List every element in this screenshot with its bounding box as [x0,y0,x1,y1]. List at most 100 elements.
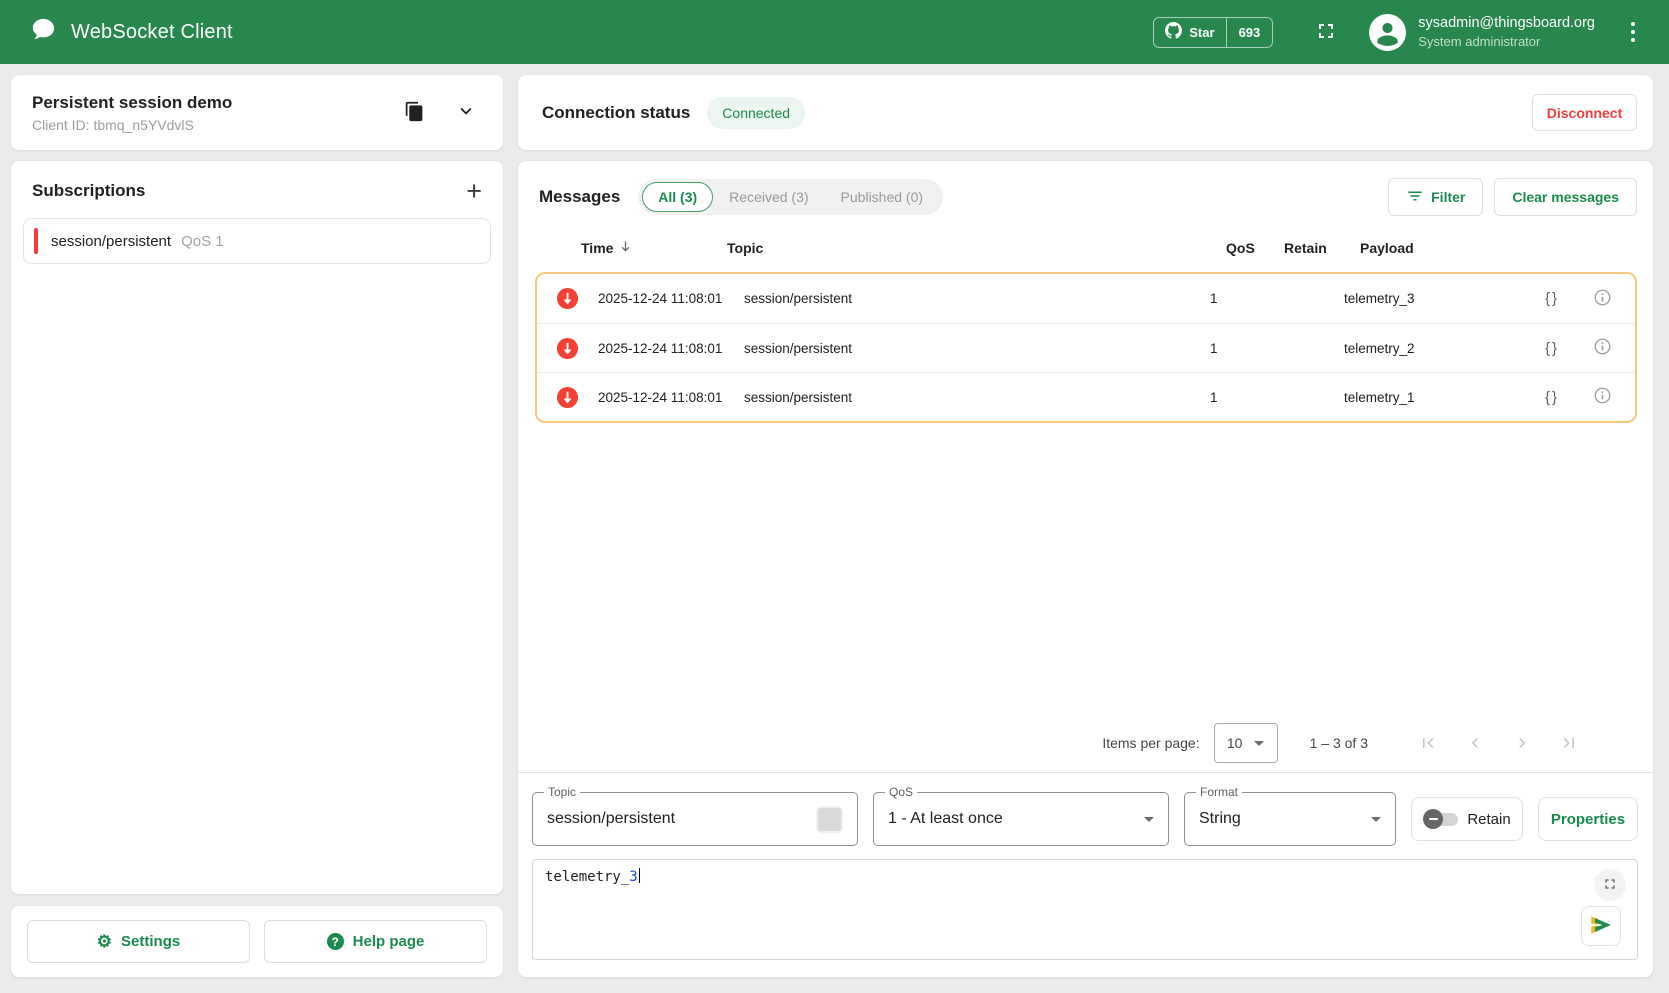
properties-button[interactable]: Properties [1538,797,1638,841]
user-role: System administrator [1418,33,1595,50]
user-info: sysadmin@thingsboard.org System administ… [1418,14,1595,50]
payload-text: telemetry_ [545,869,629,885]
tab-all[interactable]: All (3) [642,182,713,212]
payload-editor[interactable]: telemetry_3 [532,859,1638,960]
cell-payload: telemetry_1 [1344,390,1545,405]
qos-select[interactable]: QoS 1 - At least once [873,792,1169,846]
cell-time: 2025-12-24 11:08:01 [598,390,744,405]
items-per-page-label: Items per page: [1102,735,1199,751]
filter-icon [1406,187,1424,208]
chat-bubble-icon [30,16,57,48]
connection-status-badge: Connected [707,97,805,129]
messages-tabs: All (3) Received (3) Published (0) [638,179,943,215]
expand-editor-button[interactable] [1594,869,1626,901]
sort-desc-icon [618,239,633,257]
more-menu-button[interactable] [1623,19,1643,45]
qos-select-label: QoS [885,785,917,799]
help-page-button[interactable]: ? Help page [264,920,487,963]
connection-status-title: Connection status [542,103,690,123]
subscription-item[interactable]: session/persistent QoS 1 [23,218,491,264]
user-properties-icon[interactable]: {} [1545,290,1593,307]
fullscreen-button[interactable] [1313,19,1339,45]
disconnect-button[interactable]: Disconnect [1532,94,1637,131]
left-footer-card: ⚙ Settings ? Help page [11,906,503,977]
cell-payload: telemetry_2 [1344,341,1545,356]
column-topic[interactable]: Topic [727,240,1226,256]
app-header: WebSocket Client Star 693 [0,0,1669,64]
add-subscription-button[interactable]: + [466,180,482,202]
info-icon[interactable] [1593,288,1621,310]
github-star-button[interactable]: Star 693 [1153,17,1273,48]
table-row[interactable]: 2025-12-24 11:08:01 session/persistent 1… [537,274,1635,323]
received-message-icon [556,337,579,360]
connection-status-card: Connection status Connected Disconnect [518,75,1653,150]
messages-card: Messages All (3) Received (3) Published … [518,161,1653,977]
subscription-color-bar [34,228,38,254]
copy-icon [404,101,425,125]
collapse-session-button[interactable] [455,100,477,125]
help-icon: ? [327,933,344,950]
subscriptions-title: Subscriptions [32,181,145,201]
payload-number-token: 3 [629,869,637,885]
first-page-icon[interactable] [1418,733,1438,753]
user-email: sysadmin@thingsboard.org [1418,14,1595,33]
plus-icon: + [466,176,482,206]
page-range-label: 1 – 3 of 3 [1310,735,1368,751]
messages-rows-group: 2025-12-24 11:08:01 session/persistent 1… [535,272,1637,423]
column-qos[interactable]: QoS [1226,240,1284,256]
format-select-value: String [1199,810,1241,828]
column-retain[interactable]: Retain [1284,240,1360,256]
format-select[interactable]: Format String [1184,792,1396,846]
cell-qos: 1 [1210,291,1268,306]
page-size-select[interactable]: 10 [1214,723,1278,763]
session-client-id: Client ID: tbmq_n5YVdvlS [32,117,232,133]
caret-down-icon [1254,741,1264,746]
websocket-client-page: WebSocket Client Star 693 [0,0,1669,993]
session-info: Persistent session demo Client ID: tbmq_… [32,93,232,133]
info-icon[interactable] [1593,337,1621,359]
publish-form: Topic session/persistent QoS 1 - At leas… [532,792,1638,846]
cell-topic: session/persistent [744,341,1210,356]
fullscreen-icon [1314,19,1338,46]
avatar [1369,14,1406,51]
topic-field-label: Topic [544,785,580,799]
messages-table-header: Time Topic QoS Retain Payload [518,225,1653,271]
column-payload[interactable]: Payload [1360,240,1561,256]
text-cursor [639,868,641,883]
info-icon[interactable] [1593,386,1621,408]
table-row[interactable]: 2025-12-24 11:08:01 session/persistent 1… [537,323,1635,372]
next-page-icon[interactable] [1512,733,1532,753]
table-row[interactable]: 2025-12-24 11:08:01 session/persistent 1… [537,372,1635,421]
cell-time: 2025-12-24 11:08:01 [598,341,744,356]
caret-down-icon [1144,817,1154,822]
cell-topic: session/persistent [744,291,1210,306]
filter-label: Filter [1431,189,1465,205]
help-label: Help page [353,933,425,950]
last-page-icon[interactable] [1559,733,1579,753]
tab-published[interactable]: Published (0) [825,182,940,212]
settings-button[interactable]: ⚙ Settings [27,920,250,963]
github-star-label: Star [1189,25,1214,40]
column-time[interactable]: Time [581,239,727,257]
user-properties-icon[interactable]: {} [1545,389,1593,406]
expand-icon [1602,876,1618,895]
subscriptions-card: Subscriptions + session/persistent QoS 1 [11,161,503,894]
topic-color-picker[interactable] [816,806,843,833]
topic-field[interactable]: Topic session/persistent [532,792,858,846]
retain-toggle-button[interactable]: Retain [1411,797,1523,841]
previous-page-icon[interactable] [1465,733,1485,753]
send-message-button[interactable] [1581,906,1621,946]
github-star-count: 693 [1226,18,1273,47]
send-icon [1588,912,1614,941]
filter-button[interactable]: Filter [1388,178,1483,216]
tab-received[interactable]: Received (3) [713,182,824,212]
user-menu[interactable]: sysadmin@thingsboard.org System administ… [1369,14,1595,51]
subscription-qos: QoS 1 [181,233,224,250]
messages-title: Messages [539,187,620,207]
paginator: Items per page: 10 1 – 3 of 3 [518,714,1653,772]
copy-client-id-button[interactable] [404,101,425,125]
caret-down-icon [1371,817,1381,822]
user-properties-icon[interactable]: {} [1545,340,1593,357]
gear-icon: ⚙ [97,933,112,950]
clear-messages-button[interactable]: Clear messages [1494,178,1637,216]
